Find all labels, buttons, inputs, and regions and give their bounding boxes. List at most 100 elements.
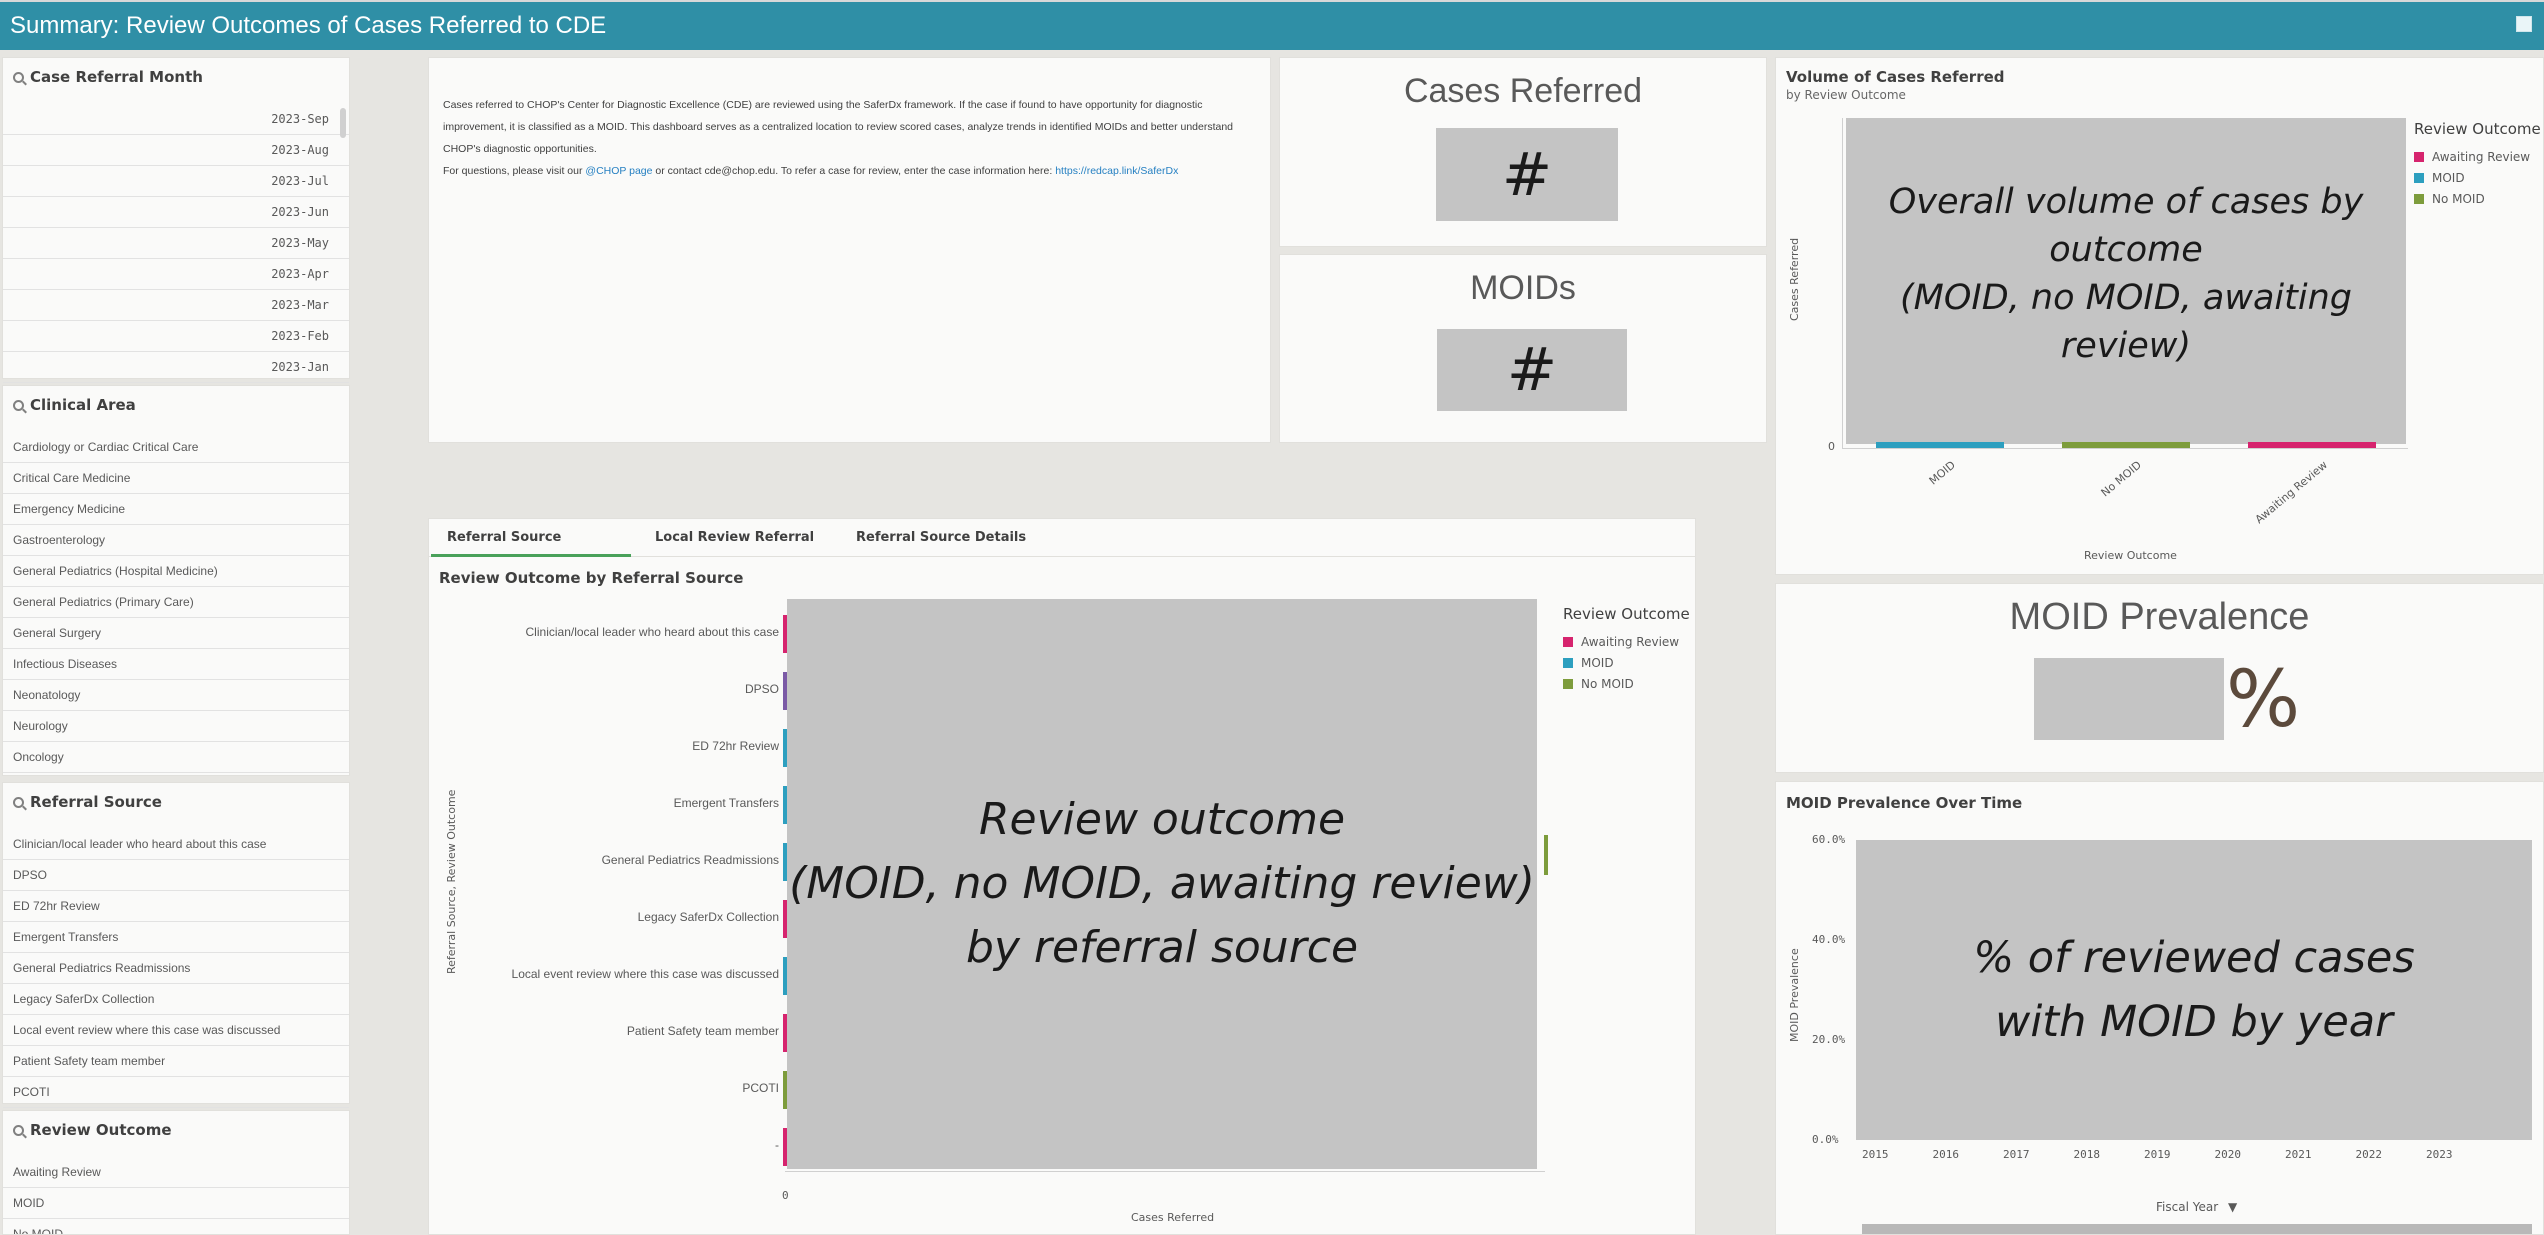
filter-list-item[interactable]: 2023-May xyxy=(3,228,349,259)
scrollbar[interactable] xyxy=(340,108,346,138)
search-icon[interactable] xyxy=(13,796,24,808)
filter-title-month[interactable]: Case Referral Month xyxy=(13,68,203,86)
filter-list-item[interactable]: General Surgery xyxy=(3,618,349,649)
bar[interactable] xyxy=(1876,442,2004,448)
legend[interactable]: Review Outcome Awaiting Review MOID No M… xyxy=(2414,120,2541,209)
tab-referral-source-details[interactable]: Referral Source Details xyxy=(840,519,1042,557)
filter-list-item[interactable]: 2023-Jun xyxy=(3,197,349,228)
chart-placeholder: % of reviewed cases with MOID by year xyxy=(1856,840,2532,1140)
category-label[interactable]: DPSO xyxy=(745,682,779,696)
filter-list-item[interactable]: Clinician/local leader who heard about t… xyxy=(3,829,349,860)
filter-list-item[interactable]: 2023-Feb xyxy=(3,321,349,352)
kpi-moid-prevalence[interactable]: MOID Prevalence % xyxy=(1775,583,2544,773)
redcap-link[interactable]: https://redcap.link/SaferDx xyxy=(1055,165,1178,177)
filter-list-item[interactable]: Legacy SaferDx Collection xyxy=(3,984,349,1015)
tab-bar: Referral Source Local Review Referral Re… xyxy=(429,519,1695,557)
filter-list-item[interactable]: Critical Care Medicine xyxy=(3,463,349,494)
filter-list-item[interactable]: MOID xyxy=(3,1188,349,1219)
filter-list-item[interactable]: Patient Safety team member xyxy=(3,1046,349,1077)
filter-list-item[interactable]: Local event review where this case was d… xyxy=(3,1015,349,1046)
search-icon[interactable] xyxy=(13,1124,24,1136)
y-tick-label: 0.0% xyxy=(1812,1133,1839,1146)
filter-list-item[interactable]: 2023-Jan xyxy=(3,352,349,383)
filter-list-item[interactable]: 2023-Apr xyxy=(3,259,349,290)
category-label[interactable]: General Pediatrics Readmissions xyxy=(602,853,779,867)
filter-pane-clinical-area: Clinical Area Cardiology or Cardiac Crit… xyxy=(2,385,350,776)
filter-list-item[interactable]: Gastroenterology xyxy=(3,525,349,556)
filter-list-item[interactable]: 2023-Jul xyxy=(3,166,349,197)
category-label[interactable]: Legacy SaferDx Collection xyxy=(638,910,779,924)
filter-list-item[interactable]: Cardiology or Cardiac Critical Care xyxy=(3,432,349,463)
filter-list-item[interactable]: ED 72hr Review xyxy=(3,891,349,922)
placeholder-line: by referral source xyxy=(965,922,1359,973)
swatch xyxy=(2414,193,2424,204)
category-label[interactable]: Clinician/local leader who heard about t… xyxy=(526,625,779,639)
filter-list-item[interactable]: Neurology xyxy=(3,711,349,742)
filter-list-item[interactable]: Oncology xyxy=(3,742,349,773)
legend-label: No MOID xyxy=(1581,676,1634,691)
category-label[interactable]: ED 72hr Review xyxy=(692,739,779,753)
filter-list-item[interactable]: General Pediatrics (Primary Care) xyxy=(3,587,349,618)
filter-list-item[interactable]: 2023-Sep xyxy=(3,104,349,135)
x-tick-label: Awaiting Review xyxy=(2253,458,2330,526)
kpi-cases-referred[interactable]: Cases Referred # xyxy=(1279,57,1767,247)
filter-list-item[interactable]: Neonatology xyxy=(3,680,349,711)
tab-local-review-referral[interactable]: Local Review Referral xyxy=(639,519,830,557)
filter-title-source[interactable]: Referral Source xyxy=(13,793,162,811)
tab-referral-source[interactable]: Referral Source xyxy=(431,519,631,557)
filter-list-item[interactable]: Emergency Medicine xyxy=(3,494,349,525)
x-tick-label: 2023 xyxy=(2426,1148,2453,1161)
category-label[interactable]: PCOTI xyxy=(742,1081,779,1095)
category-label[interactable]: - xyxy=(775,1138,779,1152)
filter-list-item[interactable]: No MOID xyxy=(3,1219,349,1234)
search-icon[interactable] xyxy=(13,71,24,83)
legend-item-no-moid[interactable]: No MOID xyxy=(2414,188,2541,209)
filter-title-outcome[interactable]: Review Outcome xyxy=(13,1121,172,1139)
filter-list-item[interactable]: 2023-Mar xyxy=(3,290,349,321)
kpi-moids[interactable]: MOIDs # xyxy=(1279,254,1767,443)
y-tick-label: 40.0% xyxy=(1812,933,1846,946)
filter-label: Referral Source xyxy=(30,793,162,811)
filter-list-item[interactable]: General Pediatrics Readmissions xyxy=(3,953,349,984)
legend-item-awaiting[interactable]: Awaiting Review xyxy=(2414,146,2541,167)
swatch xyxy=(2414,172,2424,183)
green-bar-fragment xyxy=(1544,835,1548,875)
legend[interactable]: Review Outcome Awaiting Review MOID No M… xyxy=(1563,605,1690,694)
description-contact: For questions, please visit our @CHOP pa… xyxy=(443,160,1256,182)
filter-list-item[interactable]: PCOTI xyxy=(3,1077,349,1108)
category-label[interactable]: Patient Safety team member xyxy=(627,1024,779,1038)
fiscal-year-dropdown[interactable]: Fiscal Year ▼ xyxy=(2156,1200,2237,1214)
filter-list-item[interactable]: General Pediatrics (Hospital Medicine) xyxy=(3,556,349,587)
filter-list-item[interactable]: DPSO xyxy=(3,860,349,891)
x-tick-label: 2019 xyxy=(2144,1148,2171,1161)
caret-down-icon: ▼ xyxy=(2227,1200,2238,1214)
filter-pane-month: Case Referral Month 2023-Sep 2023-Aug 2023… xyxy=(2,57,350,383)
legend-item-awaiting[interactable]: Awaiting Review xyxy=(1563,631,1690,652)
prevalence-chart-panel[interactable]: MOID Prevalence Over Time % of reviewed … xyxy=(1775,781,2544,1235)
filter-list-item[interactable]: Infectious Diseases xyxy=(3,649,349,680)
kpi-value-box xyxy=(2034,658,2224,740)
x-axis-line xyxy=(785,1171,1545,1172)
bar[interactable] xyxy=(2062,442,2190,448)
filter-title-clinical[interactable]: Clinical Area xyxy=(13,396,136,414)
scrollbar[interactable] xyxy=(1862,1224,2532,1234)
legend-item-no-moid[interactable]: No MOID xyxy=(1563,673,1690,694)
bar[interactable] xyxy=(2248,442,2376,448)
chart-placeholder: Review outcome (MOID, no MOID, awaiting … xyxy=(787,599,1537,1169)
filter-list-item[interactable]: Emergent Transfers xyxy=(3,922,349,953)
volume-chart-panel[interactable]: Volume of Cases Referred by Review Outco… xyxy=(1775,57,2544,575)
search-icon[interactable] xyxy=(13,399,24,411)
kpi-value: # xyxy=(1436,128,1618,221)
category-label[interactable]: Emergent Transfers xyxy=(674,796,779,810)
chop-page-link[interactable]: @CHOP page xyxy=(585,165,652,177)
category-labels: Clinician/local leader who heard about t… xyxy=(469,599,809,1189)
category-label[interactable]: Local event review where this case was d… xyxy=(512,967,779,981)
legend-item-moid[interactable]: MOID xyxy=(1563,652,1690,673)
filter-list-item[interactable]: Awaiting Review xyxy=(3,1157,349,1188)
placeholder-line: % of reviewed cases xyxy=(1973,933,2415,983)
filter-label: Case Referral Month xyxy=(30,68,203,86)
legend-item-moid[interactable]: MOID xyxy=(2414,167,2541,188)
placeholder-line: with MOID by year xyxy=(1995,997,2393,1047)
description-text-a: For questions, please visit our xyxy=(443,165,586,177)
filter-list-item[interactable]: 2023-Aug xyxy=(3,135,349,166)
